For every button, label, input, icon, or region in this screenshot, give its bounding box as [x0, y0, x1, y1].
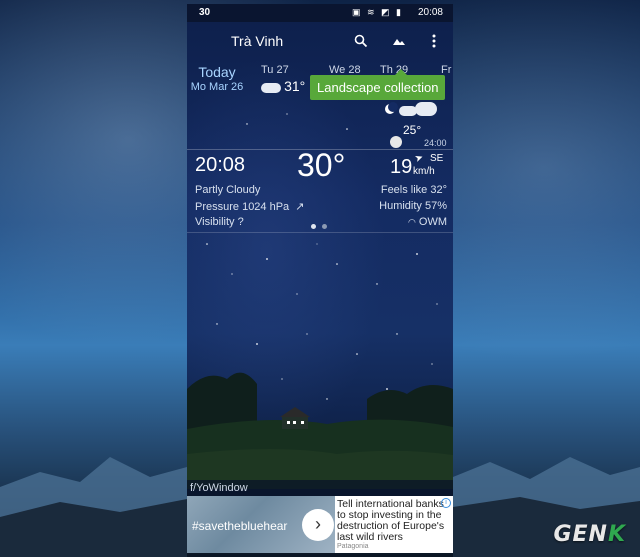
- pressure-value: Pressure 1024 hPa: [195, 201, 290, 213]
- wifi-icon: ◠: [408, 217, 416, 227]
- pressure: Pressure 1024 hPa ↗: [195, 200, 304, 213]
- condition-text: Partly Cloudy: [195, 184, 261, 196]
- forecast-day[interactable]: Tu 27 31°: [261, 64, 305, 94]
- app-toolbar: Trà Vinh: [187, 22, 453, 64]
- crescent-moon-icon: [385, 102, 398, 114]
- status-time: 20:08: [417, 7, 443, 18]
- pressure-trend-icon: ↗: [295, 201, 305, 213]
- wind-direction: SE: [430, 153, 444, 164]
- feels-like: Feels like 32°: [380, 184, 447, 196]
- cloud-moon-icon: [261, 83, 281, 94]
- more-vert-icon[interactable]: [425, 34, 443, 52]
- hourly-time: 24:00: [424, 138, 447, 148]
- today-label: Today: [198, 64, 236, 80]
- ad-banner[interactable]: #savethebluehear › Tell international ba…: [187, 496, 453, 553]
- provider[interactable]: ◠ OWM: [408, 216, 447, 228]
- info-icon[interactable]: i: [441, 498, 451, 508]
- current-temperature: 30°: [297, 147, 346, 183]
- status-icons: ▣ ≋ ◩ ▮: [351, 7, 403, 17]
- ad-brand: Patagonia: [337, 543, 369, 550]
- humidity: Humidity 57%: [379, 200, 447, 212]
- hourly-forecast: 25° 24:00: [377, 96, 453, 156]
- genk-watermark: GENK: [553, 522, 626, 547]
- night-landscape: [187, 372, 453, 489]
- wind-speed: 19: [390, 156, 413, 178]
- chevron-right-icon[interactable]: ›: [302, 509, 334, 541]
- landscape-icon[interactable]: [390, 34, 408, 52]
- moon-icon: [390, 136, 402, 148]
- status-left: 30: [199, 7, 211, 18]
- ad-hashtag: #savethebluehear: [192, 519, 288, 533]
- search-icon[interactable]: [352, 34, 370, 52]
- status-bar: 30 ▣ ≋ ◩ ▮ 20:08: [187, 4, 453, 22]
- page-dot-active: [311, 224, 316, 229]
- day-label: Tu 27: [261, 64, 289, 76]
- photo-credit[interactable]: f/YoWindow: [187, 480, 453, 496]
- hourly-temp: 25°: [403, 123, 422, 137]
- forecast-today[interactable]: Today Mo Mar 26: [189, 64, 245, 93]
- divider: [187, 232, 453, 233]
- day-temp: 31°: [284, 78, 306, 94]
- today-date: Mo Mar 26: [190, 81, 244, 93]
- ad-text: Tell international banks to stop investi…: [337, 498, 445, 543]
- provider-label: OWM: [418, 216, 447, 228]
- wind-unit: km/h: [413, 166, 435, 177]
- visibility: Visibility ?: [195, 216, 244, 228]
- cloud-icon: [415, 102, 437, 116]
- current-time: 20:08: [195, 154, 246, 176]
- phone-screen: 30 ▣ ≋ ◩ ▮ 20:08 Trà Vinh Today Mo Mar 2…: [187, 4, 453, 553]
- page-dot: [322, 224, 327, 229]
- location-title[interactable]: Trà Vinh: [231, 33, 283, 49]
